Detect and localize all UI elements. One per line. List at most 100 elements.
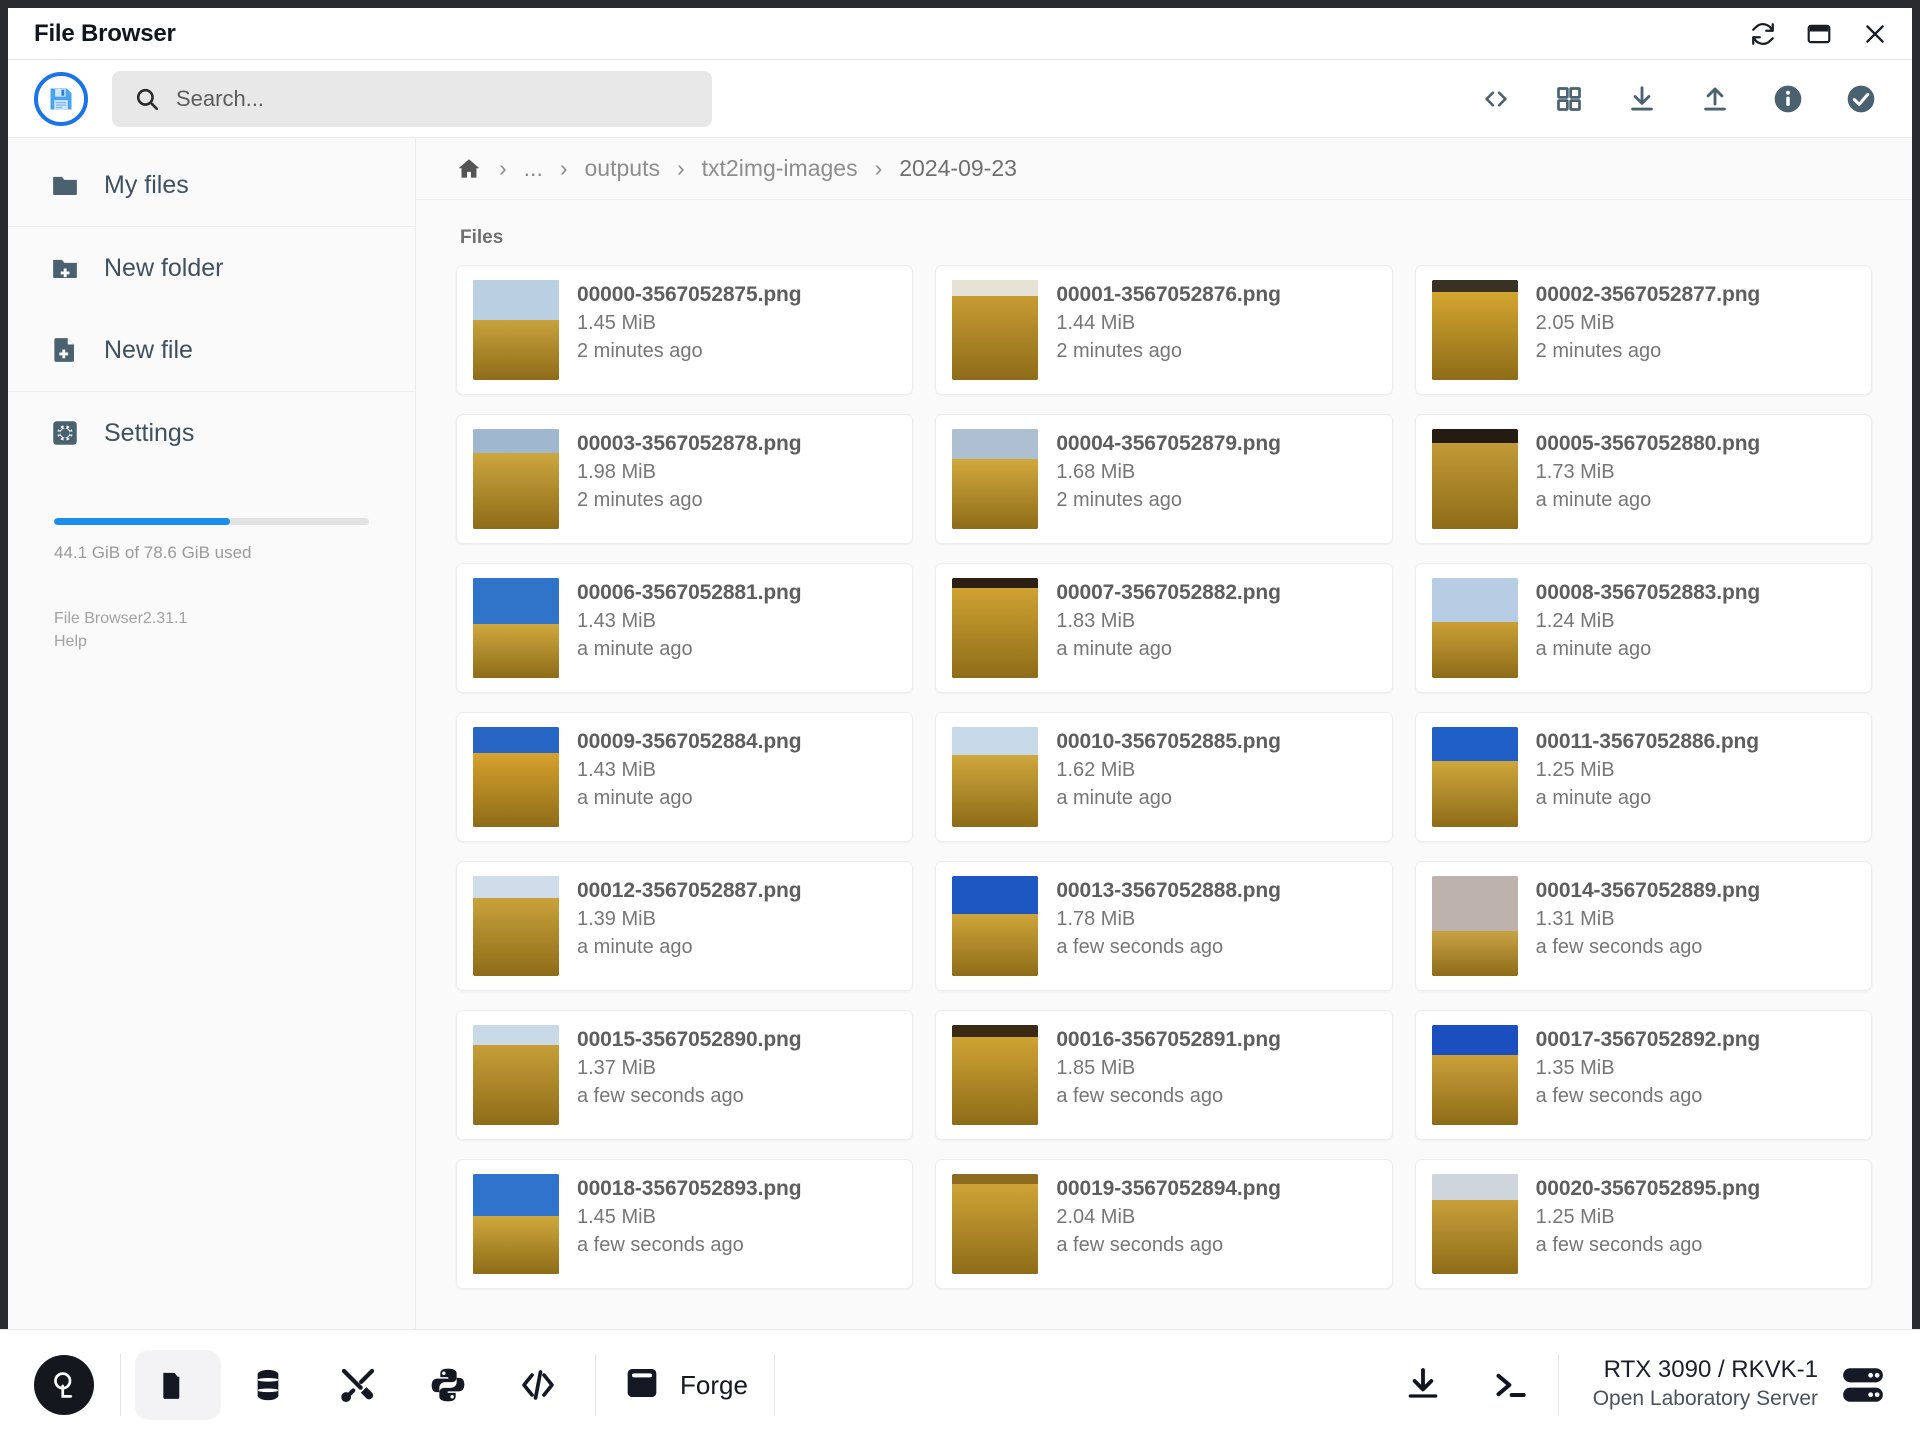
host-info[interactable]: RTX 3090 / RKVK-1 Open Laboratory Server (1559, 1356, 1886, 1413)
file-meta: 00018-3567052893.png 1.45 MiB a few second… (577, 1174, 802, 1257)
download-icon[interactable] (1625, 82, 1659, 116)
file-size: 2.04 MiB (1056, 1206, 1136, 1228)
taskbar-app-code[interactable] (495, 1350, 581, 1420)
code-icon[interactable] (1479, 82, 1513, 116)
refresh-icon[interactable] (1748, 19, 1778, 49)
file-card[interactable]: 00005-3567052880.png 1.73 MiB a minute ago (1414, 414, 1872, 544)
file-card[interactable]: 00006-3567052881.png 1.43 MiB a minute ago (456, 563, 914, 693)
file-card[interactable]: 00002-3567052877.png 2.05 MiB 2 minutes ag… (1414, 265, 1872, 395)
file-card[interactable]: 00017-3567052892.png 1.35 MiB a few second… (1414, 1010, 1872, 1140)
info-icon[interactable] (1771, 82, 1805, 116)
file-meta: 00017-3567052892.png 1.35 MiB a few second… (1536, 1025, 1761, 1108)
file-name: 00001-3567052876.png (1056, 283, 1281, 306)
file-card[interactable]: 00003-3567052878.png 1.98 MiB 2 minutes ag… (456, 414, 914, 544)
sidebar-item-label: New file (104, 335, 193, 364)
taskbar-app-tools[interactable] (315, 1350, 401, 1420)
file-card[interactable]: 00016-3567052891.png 1.85 MiB a few second… (935, 1010, 1393, 1140)
files-section-label: Files (460, 227, 504, 248)
file-thumbnail (1431, 876, 1518, 976)
file-modified-time: a few seconds ago (1056, 1234, 1224, 1256)
taskbar-app-forge[interactable]: Forge (596, 1350, 774, 1420)
host-text: RTX 3090 / RKVK-1 Open Laboratory Server (1593, 1356, 1818, 1413)
file-card[interactable]: 00011-3567052886.png 1.25 MiB a minute ago (1414, 712, 1872, 842)
file-card[interactable]: 00020-3567052895.png 1.25 MiB a few second… (1414, 1159, 1872, 1289)
sidebar-group-create: New folder New file (8, 227, 415, 392)
file-size: 1.44 MiB (1056, 312, 1136, 334)
breadcrumb-item-date[interactable]: 2024-09-23 (899, 155, 1017, 182)
search-icon (134, 86, 160, 112)
file-plus-icon (50, 335, 80, 365)
file-size: 1.68 MiB (1056, 461, 1136, 483)
taskbar: Forge RTX 3090 / RKVK-1 Open Laboratory … (0, 1329, 1920, 1440)
storage-usage-text: 44.1 GiB of 78.6 GiB used (54, 543, 252, 562)
file-modified-time: 2 minutes ago (1056, 340, 1182, 362)
file-name: 00016-3567052891.png (1056, 1028, 1281, 1051)
ql-logo-icon[interactable] (34, 1355, 94, 1415)
file-card[interactable]: 00012-3567052887.png 1.39 MiB a minute ago (456, 861, 914, 991)
grid-view-icon[interactable] (1552, 82, 1586, 116)
file-card[interactable]: 00007-3567052882.png 1.83 MiB a minute ago (935, 563, 1393, 693)
gear-icon (50, 418, 80, 448)
file-name: 00000-3567052875.png (577, 283, 802, 306)
file-size: 1.62 MiB (1056, 759, 1136, 781)
taskbar-app-files[interactable] (135, 1350, 221, 1420)
file-size: 2.05 MiB (1535, 312, 1615, 334)
file-card[interactable]: 00010-3567052885.png 1.62 MiB a minute ago (935, 712, 1393, 842)
downloads-icon[interactable] (1402, 1364, 1444, 1406)
file-modified-time: a minute ago (1535, 638, 1652, 660)
file-card[interactable]: 00018-3567052893.png 1.45 MiB a few second… (456, 1159, 914, 1289)
floppy-disk-icon[interactable] (34, 71, 88, 126)
taskbar-tray (1402, 1364, 1558, 1406)
upload-icon[interactable] (1698, 82, 1732, 116)
file-meta: 00011-3567052886.png 1.25 MiB a minute ago (1536, 727, 1759, 810)
file-name: 00017-3567052892.png (1535, 1028, 1761, 1051)
file-card[interactable]: 00015-3567052890.png 1.37 MiB a few second… (456, 1010, 914, 1140)
breadcrumb-item-outputs[interactable]: outputs (585, 155, 660, 182)
terminal-icon[interactable] (1490, 1364, 1532, 1406)
file-card[interactable]: 00013-3567052888.png 1.78 MiB a few second… (935, 861, 1393, 991)
close-icon[interactable] (1860, 19, 1890, 49)
sidebar-item-my-files[interactable]: My files (8, 144, 415, 226)
file-size: 1.25 MiB (1535, 1206, 1615, 1228)
files-scroll-area[interactable]: Files 00000-3567052875.png 1.45 MiB 2 minu… (416, 200, 1912, 1329)
file-name: 00013-3567052888.png (1056, 879, 1281, 902)
file-size: 1.37 MiB (577, 1057, 656, 1079)
file-name: 00019-3567052894.png (1056, 1177, 1281, 1200)
file-size: 1.98 MiB (577, 461, 656, 483)
file-thumbnail (473, 876, 559, 976)
sidebar-item-new-file[interactable]: New file (8, 309, 415, 391)
sidebar-item-label: New folder (104, 253, 224, 282)
file-card[interactable]: 00009-3567052884.png 1.43 MiB a minute ago (456, 712, 914, 842)
file-name: 00005-3567052880.png (1535, 432, 1761, 455)
breadcrumb-item-ellipsis[interactable]: ... (524, 155, 543, 182)
sidebar-item-settings[interactable]: Settings (8, 392, 415, 474)
select-all-icon[interactable] (1844, 82, 1878, 116)
file-thumbnail (473, 1025, 559, 1125)
restore-window-icon[interactable] (1804, 19, 1834, 49)
file-card[interactable]: 00004-3567052879.png 1.68 MiB 2 minutes ag… (935, 414, 1393, 544)
window-controls (1748, 19, 1890, 49)
file-name: 00014-3567052889.png (1535, 879, 1761, 902)
help-link[interactable]: Help (54, 630, 369, 653)
file-size: 1.35 MiB (1535, 1057, 1615, 1079)
file-thumbnail (952, 578, 1039, 678)
search-input[interactable]: Search... (112, 70, 712, 127)
taskbar-app-python[interactable] (405, 1350, 491, 1420)
file-card[interactable]: 00014-3567052889.png 1.31 MiB a few second… (1414, 861, 1872, 991)
file-card[interactable]: 00019-3567052894.png 2.04 MiB a few second… (935, 1159, 1393, 1289)
file-card[interactable]: 00001-3567052876.png 1.44 MiB 2 minutes ag… (935, 265, 1393, 395)
file-size: 1.83 MiB (1056, 610, 1136, 632)
breadcrumb-item-txt2img-images[interactable]: txt2img-images (702, 155, 858, 182)
file-meta: 00012-3567052887.png 1.39 MiB a minute ago (577, 876, 802, 959)
storage-bar-fill (54, 518, 231, 525)
taskbar-app-database[interactable] (225, 1350, 311, 1420)
file-meta: 00003-3567052878.png 1.98 MiB 2 minutes ag… (577, 429, 802, 512)
file-meta: 00004-3567052879.png 1.68 MiB 2 minutes ag… (1056, 429, 1281, 512)
file-size: 1.85 MiB (1056, 1057, 1136, 1079)
breadcrumb-separator: › (874, 155, 883, 181)
sidebar-item-new-folder[interactable]: New folder (8, 227, 415, 309)
home-icon[interactable] (456, 156, 482, 182)
storage-usage: 44.1 GiB of 78.6 GiB used (8, 474, 415, 563)
file-card[interactable]: 00008-3567052883.png 1.24 MiB a minute ago (1414, 563, 1872, 693)
file-card[interactable]: 00000-3567052875.png 1.45 MiB 2 minutes ag… (456, 265, 914, 395)
